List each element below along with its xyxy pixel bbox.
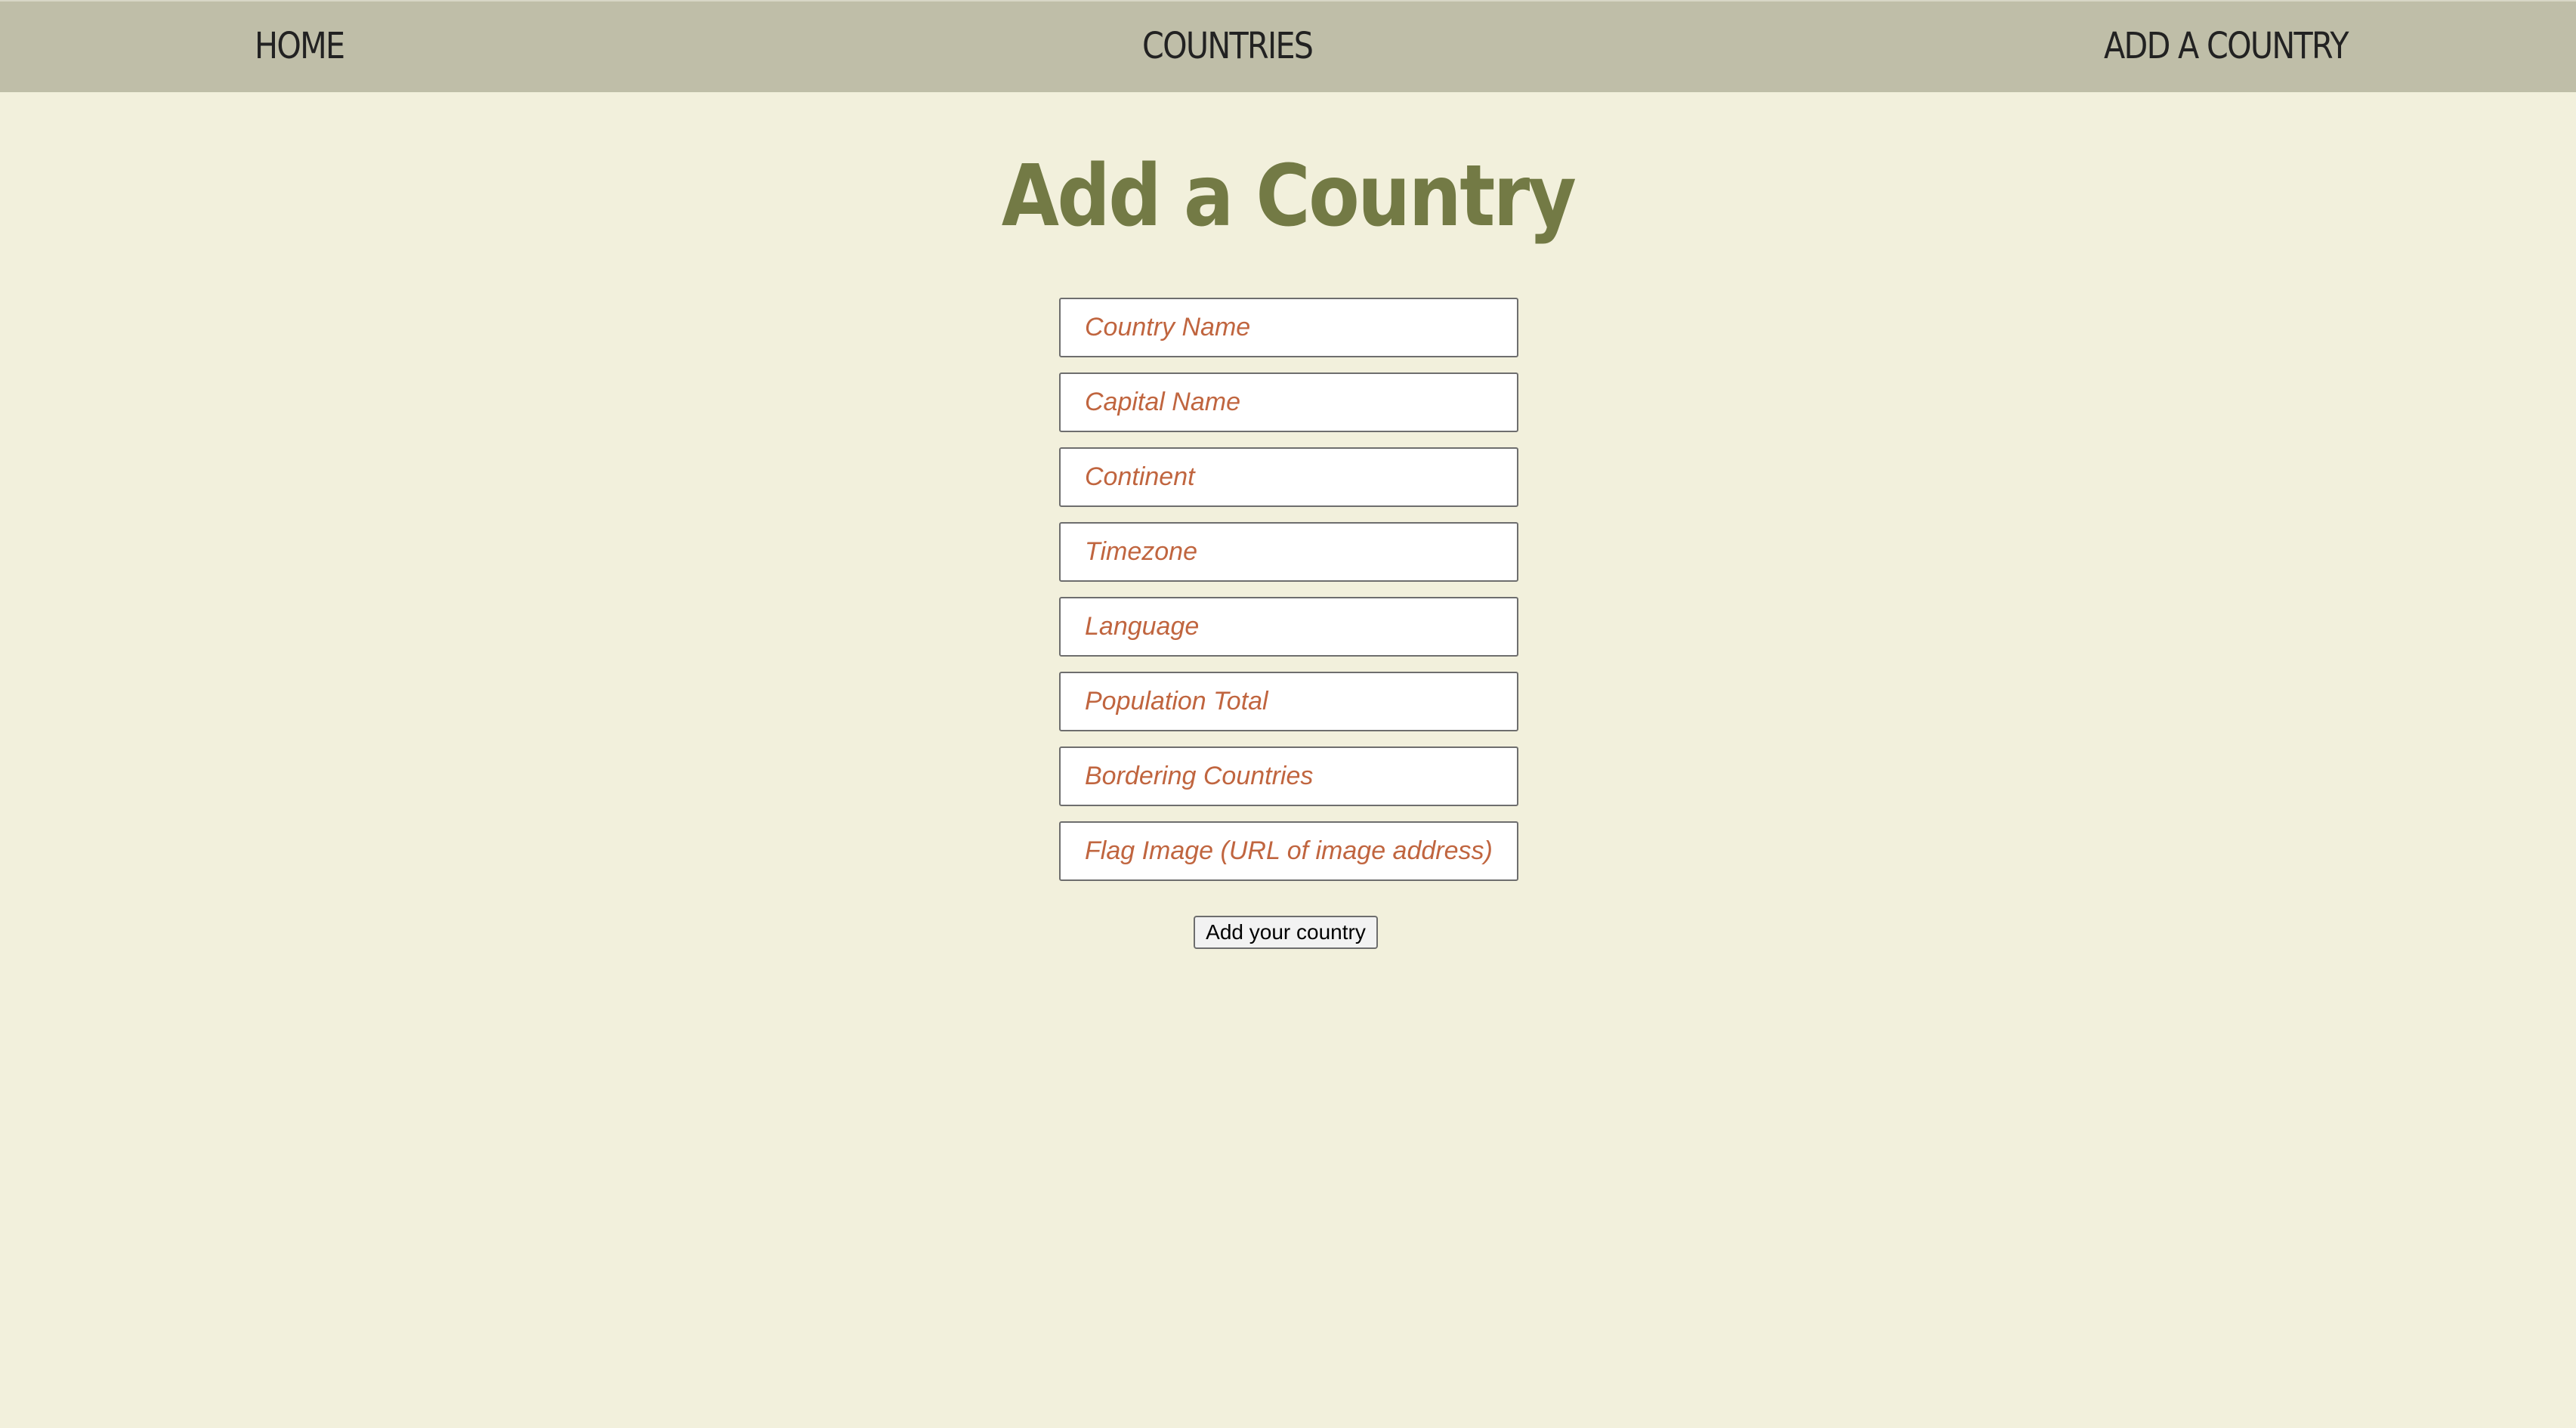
continent-field[interactable] bbox=[1059, 447, 1518, 507]
nav-home-link[interactable]: HOME bbox=[255, 2, 345, 92]
population-total-field[interactable] bbox=[1059, 672, 1518, 731]
nav-add-country-link[interactable]: ADD A COUNTRY bbox=[2104, 2, 2349, 92]
page-title: Add a Country bbox=[0, 144, 2576, 249]
nav-countries-link[interactable]: COUNTRIES bbox=[1142, 2, 1314, 92]
bordering-countries-field[interactable] bbox=[1059, 746, 1518, 806]
capital-name-field[interactable] bbox=[1059, 372, 1518, 432]
add-country-submit-button[interactable]: Add your country bbox=[1194, 916, 1378, 949]
add-country-form bbox=[1059, 298, 1518, 896]
submit-container: Add your country bbox=[0, 916, 2576, 949]
country-name-field[interactable] bbox=[1059, 298, 1518, 357]
page-title-text: Add a Country bbox=[1001, 147, 1577, 246]
timezone-field[interactable] bbox=[1059, 522, 1518, 582]
flag-image-url-field[interactable] bbox=[1059, 821, 1518, 881]
language-field[interactable] bbox=[1059, 597, 1518, 657]
top-navbar: HOME COUNTRIES ADD A COUNTRY bbox=[0, 0, 2576, 92]
